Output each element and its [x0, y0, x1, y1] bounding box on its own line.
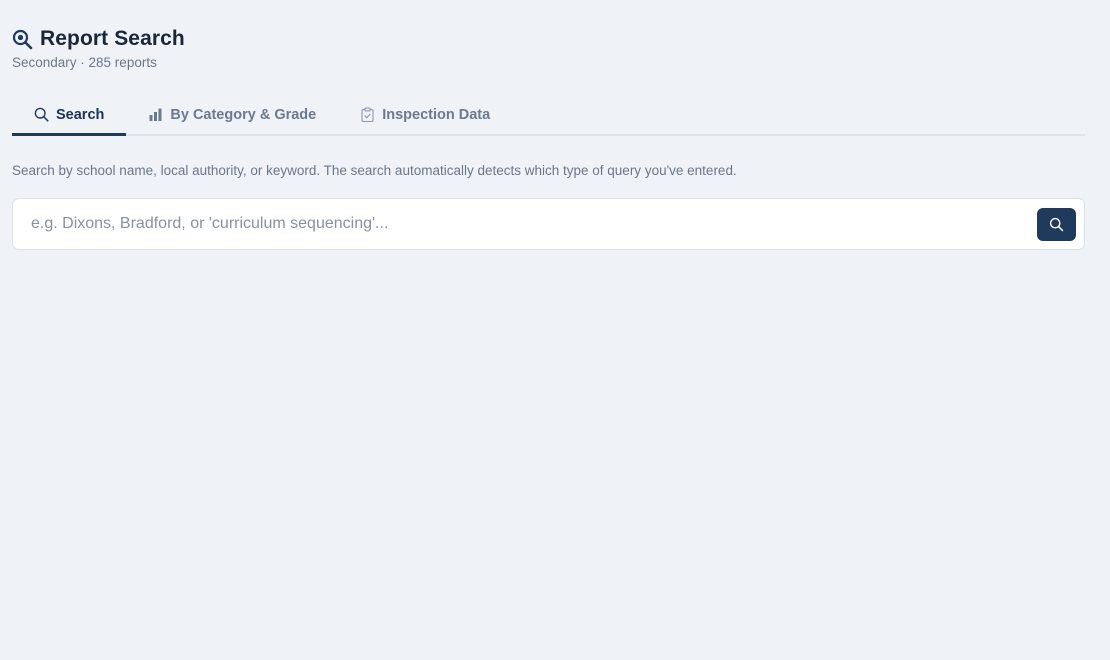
magnifier-search-icon: [12, 29, 33, 50]
page-subtitle: Secondary · 285 reports: [12, 55, 157, 70]
tab-by-category-grade-label: By Category & Grade: [170, 106, 317, 123]
bar-chart-icon: [148, 107, 163, 122]
tab-bar: Search By Category & Grade Inspection Da…: [12, 96, 1085, 136]
page-title: Report Search: [40, 27, 185, 50]
search-description: Search by school name, local authority, …: [12, 163, 737, 178]
search-button[interactable]: [1037, 207, 1076, 241]
tab-inspection-data[interactable]: Inspection Data: [338, 96, 512, 136]
clipboard-check-icon: [360, 107, 375, 122]
tab-inspection-data-label: Inspection Data: [382, 106, 491, 123]
search-input[interactable]: [31, 215, 1037, 233]
search-box: [12, 198, 1085, 250]
tab-search-label: Search: [56, 106, 105, 123]
search-icon: [34, 107, 49, 122]
search-icon: [1049, 217, 1064, 232]
tab-search[interactable]: Search: [12, 96, 127, 136]
tab-by-category-grade[interactable]: By Category & Grade: [126, 96, 338, 136]
title-row: Report Search: [12, 26, 1085, 52]
page-header: Report Search Secondary · 285 reports: [12, 0, 1085, 70]
report-search-page: Report Search Secondary · 285 reports Se…: [0, 0, 1110, 660]
